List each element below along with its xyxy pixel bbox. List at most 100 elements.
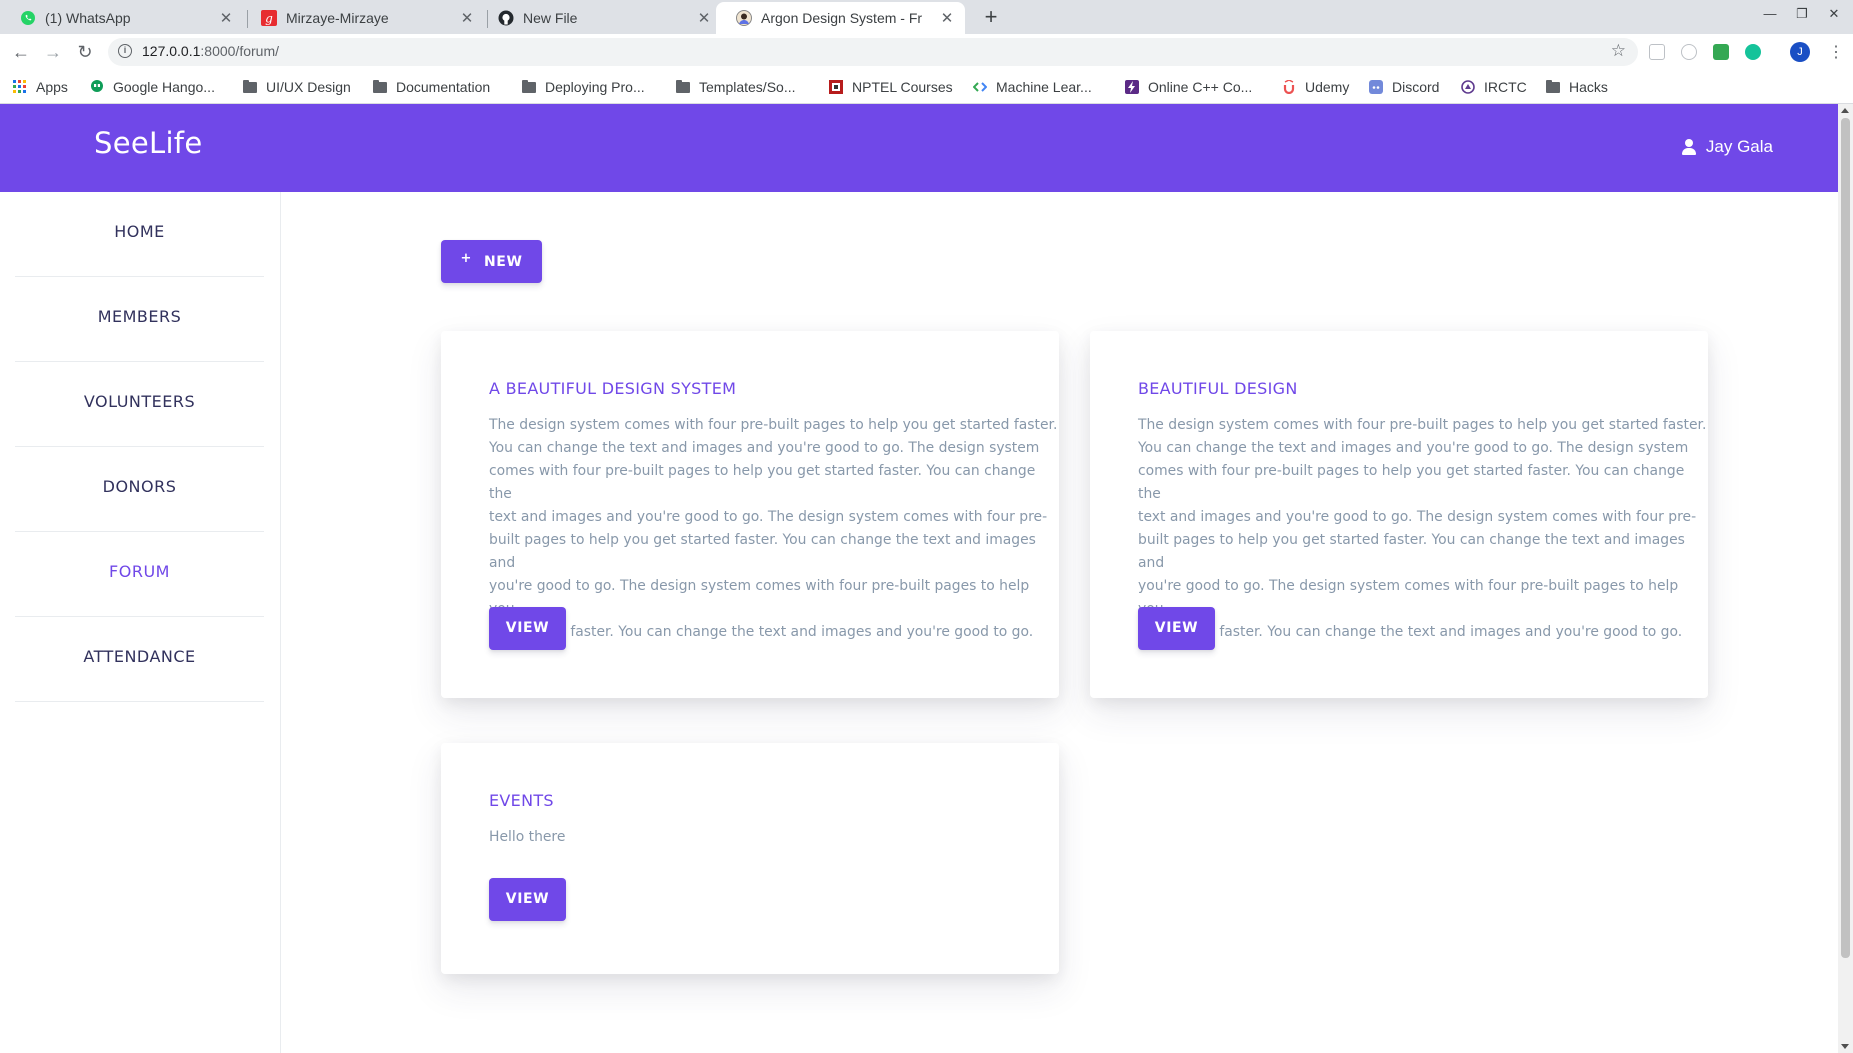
view-button[interactable]: VIEW	[489, 878, 566, 921]
card-text: The design system comes with four pre-bu…	[489, 414, 1059, 644]
bookmark-label: Google Hango...	[113, 79, 215, 95]
card-text: Hello there	[489, 826, 565, 849]
card-title[interactable]: EVENTS	[489, 791, 554, 810]
card-text-line: you're good to go. The design system com…	[489, 578, 1030, 617]
apps-grid-icon	[13, 80, 27, 93]
irctc-icon	[1461, 80, 1475, 94]
user-icon	[1681, 139, 1696, 155]
browser-toolbar: ← → ↻ i 127.0.0.1:8000/forum/ ☆ J ⋮	[0, 34, 1853, 70]
bookmark-label: Hacks	[1569, 79, 1608, 95]
bookmark-label: Udemy	[1305, 79, 1350, 95]
sidebar-item-home[interactable]: HOME	[15, 192, 264, 277]
bookmark-label: IRCTC	[1484, 79, 1527, 95]
tab-title: (1) WhatsApp	[45, 10, 131, 26]
tab-argon-active[interactable]: Argon Design System - Fr ✕	[716, 2, 965, 34]
bookmark-udemy[interactable]: Udemy	[1282, 77, 1349, 97]
argon-avatar-icon	[736, 10, 752, 26]
user-menu[interactable]: Jay Gala	[1681, 137, 1773, 157]
sidebar: HOME MEMBERS VOLUNTEERS DONORS FORUM ATT…	[0, 192, 281, 1053]
bookmark-label: Templates/So...	[699, 79, 796, 95]
bookmark-label: Discord	[1392, 79, 1440, 95]
card-text-line: text and images and you're good to go. T…	[489, 509, 1048, 525]
grammarly-icon[interactable]	[1745, 44, 1761, 60]
tab-whatsapp[interactable]: (1) WhatsApp ✕	[0, 2, 244, 34]
card-text-line: Hello there	[489, 829, 566, 845]
cors-extension-icon[interactable]	[1713, 44, 1729, 60]
tab-gaana[interactable]: g Mirzaye-Mirzaye ✕	[241, 2, 485, 34]
forward-arrow-icon[interactable]: →	[41, 40, 65, 64]
bookmark-label: Deploying Pro...	[545, 79, 645, 95]
address-bar[interactable]: i 127.0.0.1:8000/forum/ ☆	[108, 38, 1638, 66]
bookmark-label: Online C++ Co...	[1148, 79, 1253, 95]
profile-avatar[interactable]: J	[1790, 42, 1810, 62]
gaana-icon: g	[261, 10, 277, 26]
card-text-line: The design system comes with four pre-bu…	[489, 417, 1058, 433]
forum-card: BEAUTIFUL DESIGN The design system comes…	[1090, 331, 1708, 698]
scroll-up-arrow-icon[interactable]	[1841, 108, 1849, 113]
menu-kebab-icon[interactable]: ⋮	[1828, 42, 1844, 62]
close-icon[interactable]: ✕	[218, 9, 234, 27]
url-text[interactable]: 127.0.0.1:8000/forum/	[142, 43, 279, 59]
sidebar-item-attendance[interactable]: ATTENDANCE	[15, 617, 264, 702]
new-tab-button[interactable]: +	[977, 3, 1005, 31]
sidebar-item-forum[interactable]: FORUM	[15, 532, 264, 617]
bookmark-machine-learning[interactable]: Machine Lear...	[973, 77, 1092, 97]
card-text-line: built pages to help you get started fast…	[1138, 532, 1685, 571]
scrollbar-thumb[interactable]	[1841, 118, 1850, 958]
bookmark-online-cpp[interactable]: Online C++ Co...	[1125, 77, 1252, 97]
bookmark-hangouts[interactable]: Google Hango...	[90, 77, 215, 97]
bookmark-deploying[interactable]: Deploying Pro...	[522, 77, 645, 97]
info-icon[interactable]: i	[118, 44, 132, 58]
view-button[interactable]: VIEW	[1138, 607, 1215, 650]
bookmark-uiux[interactable]: UI/UX Design	[243, 77, 351, 97]
top-navbar: SeeLife Jay Gala	[0, 104, 1838, 192]
sidebar-item-volunteers[interactable]: VOLUNTEERS	[15, 362, 264, 447]
udemy-icon	[1282, 80, 1296, 94]
bookmark-star-icon[interactable]: ☆	[1611, 41, 1626, 61]
tab-github[interactable]: New File ✕	[478, 2, 722, 34]
forum-card: EVENTS Hello there VIEW	[441, 743, 1059, 974]
minimize-icon[interactable]: —	[1760, 6, 1780, 21]
bookmark-nptel[interactable]: NPTEL Courses	[829, 77, 953, 97]
card-text-line: You can change the text and images and y…	[489, 440, 1040, 456]
new-post-button[interactable]: + NEW	[441, 240, 542, 283]
plus-icon: +	[460, 251, 472, 266]
scroll-down-arrow-icon[interactable]	[1841, 1044, 1849, 1049]
restore-icon[interactable]: ❐	[1792, 6, 1812, 22]
back-arrow-icon[interactable]: ←	[9, 40, 33, 64]
url-path: :8000/forum/	[200, 43, 279, 59]
bookmark-discord[interactable]: Discord	[1369, 77, 1439, 97]
bookmark-label: UI/UX Design	[266, 79, 351, 95]
sidebar-item-donors[interactable]: DONORS	[15, 447, 264, 532]
folder-icon	[373, 79, 387, 93]
page-scrollbar[interactable]	[1838, 104, 1853, 1053]
bookmark-label: Documentation	[396, 79, 491, 95]
reload-icon[interactable]: ↻	[73, 40, 97, 64]
whatsapp-icon	[20, 10, 36, 26]
bookmark-irctc[interactable]: IRCTC	[1461, 77, 1527, 97]
window-close-icon[interactable]: ✕	[1824, 6, 1844, 22]
discord-icon	[1369, 80, 1383, 94]
web-page: SeeLife Jay Gala HOME MEMBERS VOLUNTEERS…	[0, 104, 1838, 1053]
bookmark-templates[interactable]: Templates/So...	[676, 77, 796, 97]
extension-icon[interactable]	[1681, 44, 1697, 60]
card-text-line: you're good to go. The design system com…	[1138, 578, 1679, 617]
card-title[interactable]: BEAUTIFUL DESIGN	[1138, 379, 1298, 398]
brand-logo-text[interactable]: SeeLife	[94, 126, 202, 160]
github-icon	[498, 10, 514, 26]
card-text-line: built pages to help you get started fast…	[489, 532, 1036, 571]
close-icon[interactable]: ✕	[939, 9, 955, 27]
sidebar-item-members[interactable]: MEMBERS	[15, 277, 264, 362]
bookmark-documentation[interactable]: Documentation	[373, 77, 490, 97]
tab-title: Mirzaye-Mirzaye	[286, 10, 389, 26]
bookmark-hacks[interactable]: Hacks	[1546, 77, 1608, 97]
view-button[interactable]: VIEW	[489, 607, 566, 650]
folder-icon	[243, 79, 257, 93]
extension-icon[interactable]	[1649, 44, 1665, 60]
close-icon[interactable]: ✕	[696, 9, 712, 27]
card-text-line: get started faster. You can change the t…	[489, 624, 1034, 640]
bookmark-apps[interactable]: Apps	[13, 77, 68, 97]
close-icon[interactable]: ✕	[459, 9, 475, 27]
card-title[interactable]: A BEAUTIFUL DESIGN SYSTEM	[489, 379, 736, 398]
bolt-icon	[1125, 80, 1139, 94]
